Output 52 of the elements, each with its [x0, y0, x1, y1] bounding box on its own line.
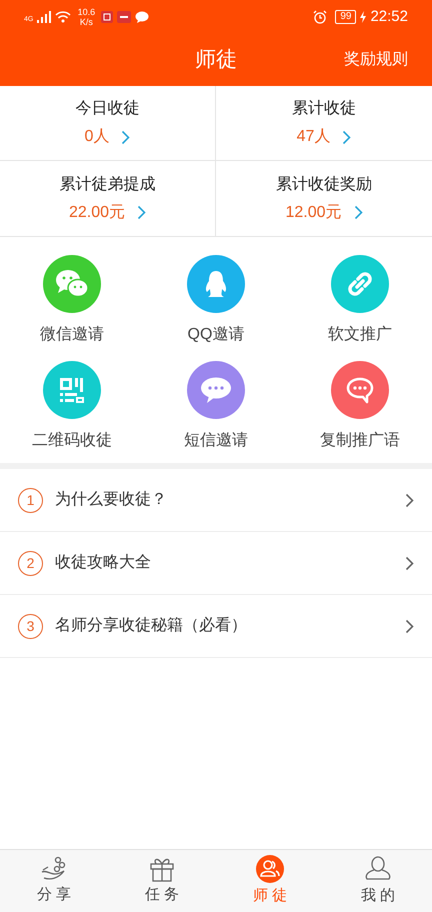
stat-label: 累计收徒奖励 [276, 174, 372, 194]
guide-title: 收徒攻略大全 [55, 552, 152, 573]
guide-row[interactable]: 2 收徒攻略大全 [0, 532, 432, 595]
network-speed: 10.6 K/s [76, 7, 96, 27]
nav-tab[interactable]: 分 享 [0, 850, 108, 912]
alarm-icon [313, 10, 328, 24]
stat-card[interactable]: 累计收徒 47人 [216, 86, 432, 161]
chevron-right-icon [137, 205, 146, 220]
share-option[interactable]: 复制推广语 [288, 361, 432, 453]
chat-bubble-icon [199, 376, 233, 404]
qr-code-icon [59, 377, 85, 403]
stat-label: 累计收徒 [292, 98, 356, 119]
guide-title: 为什么要收徒？ [55, 490, 168, 510]
chevron-right-icon [354, 205, 363, 220]
nav-tab[interactable]: 我 的 [324, 850, 432, 912]
stat-card[interactable]: 今日收徒 0人 [0, 86, 216, 161]
message-icon [135, 11, 150, 23]
share-option[interactable]: 二维码收徒 [0, 361, 144, 453]
people-icon [256, 854, 284, 883]
chevron-right-icon [342, 130, 352, 144]
share-option[interactable]: 微信邀请 [0, 255, 144, 347]
guide-title: 名师分享收徒秘籍（必看） [55, 616, 248, 636]
hand-coins-icon [40, 856, 68, 882]
guide-row[interactable]: 3 名师分享收徒秘籍（必看） [0, 595, 432, 658]
penguin-icon [203, 269, 229, 299]
stat-card[interactable]: 累计收徒奖励 12.00元 [216, 161, 432, 236]
chat-bubble-icon [345, 376, 375, 404]
chevron-right-icon [405, 556, 414, 570]
battery-level: 99 [335, 10, 356, 24]
app-icon [101, 11, 114, 23]
chevron-right-icon [121, 130, 130, 144]
wifi-icon [55, 11, 72, 23]
stat-card[interactable]: 累计徒弟提成 22.00元 [0, 161, 216, 236]
nav-tab[interactable]: 任 务 [108, 850, 216, 912]
share-option[interactable]: QQ邀请 [144, 255, 288, 347]
clock-time: 22:52 [370, 6, 408, 27]
chevron-right-icon [405, 618, 414, 634]
chevron-right-icon [405, 492, 414, 508]
stat-value: 47人 [296, 127, 330, 147]
stat-value: 0人 [84, 127, 110, 147]
page-title: 师徒 [195, 47, 237, 74]
share-option[interactable]: 短信邀请 [144, 361, 288, 453]
chat-bubbles-icon [54, 269, 90, 299]
guide-row[interactable]: 1 为什么要收徒？ [0, 469, 432, 532]
stat-value: 12.00元 [285, 202, 342, 222]
stat-value: 22.00元 [68, 202, 126, 222]
app-icon [117, 11, 132, 23]
stat-label: 今日收徒 [76, 98, 140, 119]
share-option[interactable]: 软文推广 [288, 255, 432, 347]
signal-icon [37, 11, 52, 23]
stat-label: 累计徒弟提成 [60, 174, 156, 194]
charging-icon [360, 11, 366, 23]
